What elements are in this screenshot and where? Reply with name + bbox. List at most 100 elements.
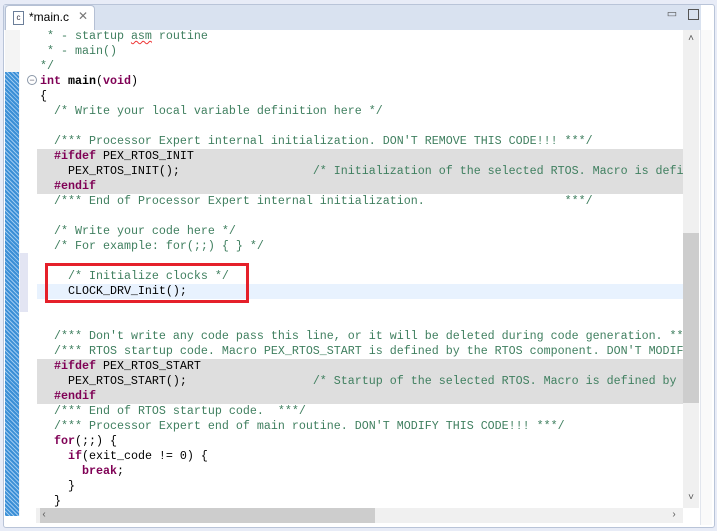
code-text: (exit_code != 0) {: [81, 449, 208, 463]
code-comment: * - startup: [40, 29, 131, 43]
code-keyword: #ifdef: [54, 149, 96, 163]
scroll-right-icon[interactable]: ›: [668, 509, 680, 520]
code-line[interactable]: /*** Processor Expert end of main routin…: [37, 419, 683, 434]
code-text: {: [40, 89, 47, 103]
code-text: (: [95, 74, 103, 88]
code-keyword: if: [67, 449, 82, 463]
code-comment: /* For example: for(;;) { } */: [54, 239, 264, 253]
highlight-box: [45, 263, 249, 303]
code-line[interactable]: if(exit_code != 0) {: [37, 449, 683, 464]
code-comment: /* Startup of the selected RTOS. Macro i…: [312, 374, 683, 388]
code-comment: /*** End of Processor Expert internal in…: [54, 194, 593, 208]
code-line[interactable]: }: [37, 479, 683, 494]
code-line[interactable]: }: [37, 494, 683, 508]
horizontal-scroll-thumb[interactable]: [40, 508, 375, 523]
tab-main-c[interactable]: c *main.c ✕: [5, 5, 95, 30]
code-line[interactable]: [37, 119, 683, 134]
code-comment: */: [40, 59, 54, 73]
minimize-icon[interactable]: ▭: [666, 8, 678, 20]
code-line[interactable]: [37, 209, 683, 224]
code-keyword: int: [40, 74, 61, 88]
code-keyword: for: [54, 434, 75, 448]
code-line[interactable]: /*** Processor Expert internal initializ…: [37, 134, 683, 149]
code-comment: /*** RTOS startup code. Macro PEX_RTOS_S…: [54, 344, 683, 358]
code-comment: * - main(): [40, 44, 117, 58]
code-line[interactable]: {: [37, 89, 683, 104]
code-line[interactable]: int main(void): [37, 74, 683, 89]
code-comment: routine: [151, 29, 208, 43]
change-marker: [20, 253, 28, 312]
code-line[interactable]: PEX_RTOS_START(); /* Startup of the sele…: [37, 374, 683, 389]
code-text: ): [130, 74, 138, 88]
code-line[interactable]: PEX_RTOS_INIT(); /* Initialization of th…: [37, 164, 683, 179]
code-line[interactable]: /* Write your code here */: [37, 224, 683, 239]
code-line[interactable]: /*** RTOS startup code. Macro PEX_RTOS_S…: [37, 344, 683, 359]
code-line[interactable]: #endif: [37, 389, 683, 404]
code-text: (;;) {: [75, 434, 117, 448]
code-line[interactable]: * - main(): [37, 44, 683, 59]
collapse-icon[interactable]: −: [27, 75, 37, 85]
code-comment: /*** End of RTOS startup code. ***/: [54, 404, 306, 418]
scroll-down-icon[interactable]: ˅: [685, 492, 697, 503]
close-icon[interactable]: ✕: [78, 9, 88, 23]
code-text: PEX_RTOS_INIT();: [40, 164, 313, 178]
code-comment: /* Write your local variable definition …: [54, 104, 383, 118]
tab-title: *main.c: [29, 10, 70, 24]
code-text: }: [40, 494, 61, 508]
code-line[interactable]: #ifdef PEX_RTOS_START: [37, 359, 683, 374]
code-line[interactable]: /*** End of Processor Expert internal in…: [37, 194, 683, 209]
scroll-up-icon[interactable]: ˄: [685, 33, 697, 44]
code-keyword: #endif: [54, 179, 96, 193]
code-line[interactable]: /* For example: for(;;) { } */: [37, 239, 683, 254]
code-line[interactable]: * - startup asm routine: [37, 29, 683, 44]
c-file-icon: c: [13, 11, 24, 25]
code-comment: /* Initialization of the selected RTOS. …: [312, 164, 683, 178]
code-comment: /*** Processor Expert internal initializ…: [54, 134, 593, 148]
code-line[interactable]: [37, 314, 683, 329]
code-comment: /*** Don't write any code pass this line…: [54, 329, 683, 343]
code-text: PEX_RTOS_START();: [40, 374, 313, 388]
code-text: }: [40, 479, 75, 493]
tab-bar: [4, 5, 701, 30]
vertical-scroll-thumb[interactable]: [683, 233, 699, 403]
code-comment: asm: [130, 29, 152, 43]
code-line[interactable]: /*** End of RTOS startup code. ***/: [37, 404, 683, 419]
scroll-left-icon[interactable]: ‹: [38, 509, 50, 520]
code-line[interactable]: /* Write your local variable definition …: [37, 104, 683, 119]
code-text: ;: [116, 464, 124, 478]
code-line[interactable]: #endif: [37, 179, 683, 194]
code-keyword: #ifdef: [54, 359, 96, 373]
code-text: main: [68, 74, 96, 88]
code-text: PEX_RTOS_INIT: [95, 149, 194, 163]
code-keyword: break: [81, 464, 117, 478]
code-comment: /*** Processor Expert end of main routin…: [54, 419, 565, 433]
code-line[interactable]: */: [37, 59, 683, 74]
code-text: PEX_RTOS_START: [95, 359, 201, 373]
side-panel: [700, 30, 712, 525]
code-line[interactable]: break;: [37, 464, 683, 479]
code-line[interactable]: /*** Don't write any code pass this line…: [37, 329, 683, 344]
code-line[interactable]: for(;;) {: [37, 434, 683, 449]
change-overview-bar: [5, 72, 19, 516]
maximize-icon[interactable]: [688, 9, 699, 20]
code-keyword: void: [102, 74, 131, 88]
code-line[interactable]: #ifdef PEX_RTOS_INIT: [37, 149, 683, 164]
code-keyword: #endif: [54, 389, 96, 403]
